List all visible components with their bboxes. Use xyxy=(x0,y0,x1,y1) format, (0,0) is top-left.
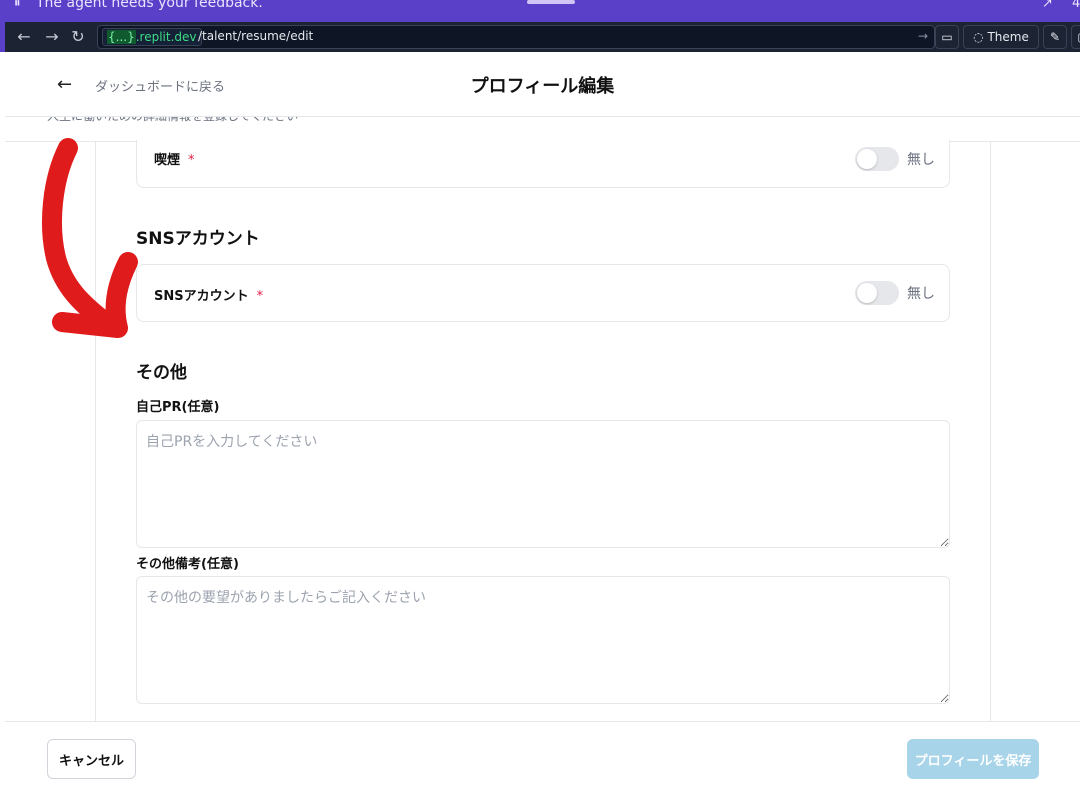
sns-label-text: SNSアカウント xyxy=(154,289,249,304)
smoking-toggle[interactable] xyxy=(855,147,899,171)
sns-toggle-value: 無し xyxy=(907,286,935,302)
column-border-left xyxy=(95,141,96,723)
smoking-toggle-value: 無し xyxy=(907,152,935,168)
sns-section-title: SNSアカウント xyxy=(136,229,260,249)
url-path: /talent/resume/edit xyxy=(198,29,314,43)
column-border-right xyxy=(990,141,991,723)
other-notes-label: その他備考(任意) xyxy=(136,557,239,572)
sns-toggle[interactable] xyxy=(855,281,899,305)
page-title: プロフィール編集 xyxy=(470,76,615,97)
pause-icon[interactable]: ⏸ xyxy=(14,0,21,11)
page-header: ← ダッシュボードに戻る プロフィール編集 xyxy=(5,52,1080,117)
palette-icon: ◌ xyxy=(973,30,984,44)
other-section-title: その他 xyxy=(136,363,187,383)
banner-count: 4 xyxy=(1072,0,1080,11)
agent-feedback-banner: ⏸ The agent needs your feedback. ↗ 4 xyxy=(0,0,1080,22)
smoking-card: 喫煙 * 無し xyxy=(136,140,950,188)
self-pr-textarea[interactable] xyxy=(136,420,950,548)
required-mark: * xyxy=(188,153,195,168)
theme-label: Theme xyxy=(987,30,1029,44)
wrench-icon[interactable]: ✎ xyxy=(1043,25,1067,49)
toggle-knob xyxy=(857,149,877,169)
url-domain: {...}.replit.dev xyxy=(102,28,202,46)
url-bar[interactable]: {...}.replit.dev /talent/resume/edit → xyxy=(97,25,935,49)
banner-message: The agent needs your feedback. xyxy=(36,0,263,11)
required-mark: * xyxy=(256,289,264,304)
drag-handle[interactable] xyxy=(527,0,575,4)
devices-icon[interactable]: ▭ xyxy=(935,25,959,49)
domain-text: .replit.dev xyxy=(135,30,197,44)
other-notes-textarea[interactable] xyxy=(136,576,950,704)
sns-card: SNSアカウント * 無し xyxy=(136,264,950,322)
reload-icon[interactable]: ↻ xyxy=(67,26,89,48)
back-nav-icon[interactable]: ← xyxy=(13,26,35,48)
domain-brace: {...} xyxy=(107,30,136,44)
theme-button[interactable]: ◌ Theme xyxy=(963,25,1039,49)
external-link-icon[interactable]: ↗ xyxy=(1042,0,1053,11)
toggle-knob xyxy=(857,283,877,303)
smoking-label: 喫煙 * xyxy=(154,149,195,168)
self-pr-label: 自己PR(任意) xyxy=(136,400,220,415)
app-frame: ← ダッシュボードに戻る プロフィール編集 人生に働いための詳細情報を登録してく… xyxy=(5,52,1080,789)
browser-toolbar: ← → ↻ {...}.replit.dev /talent/resume/ed… xyxy=(0,22,1080,52)
smoking-label-text: 喫煙 xyxy=(154,153,181,168)
save-profile-button[interactable]: プロフィールを保存 xyxy=(907,739,1039,779)
go-arrow-icon[interactable]: → xyxy=(918,29,928,43)
form-content: 喫煙 * 無し SNSアカウント SNSアカウント * 無し その他 自己PR(任意… xyxy=(5,117,1080,723)
new-tab-icon[interactable]: ▢ xyxy=(1071,25,1080,49)
forward-nav-icon[interactable]: → xyxy=(41,26,63,48)
sns-label: SNSアカウント * xyxy=(154,285,263,304)
form-footer: キャンセル プロフィールを保存 xyxy=(5,721,1080,789)
cancel-button[interactable]: キャンセル xyxy=(47,739,136,779)
